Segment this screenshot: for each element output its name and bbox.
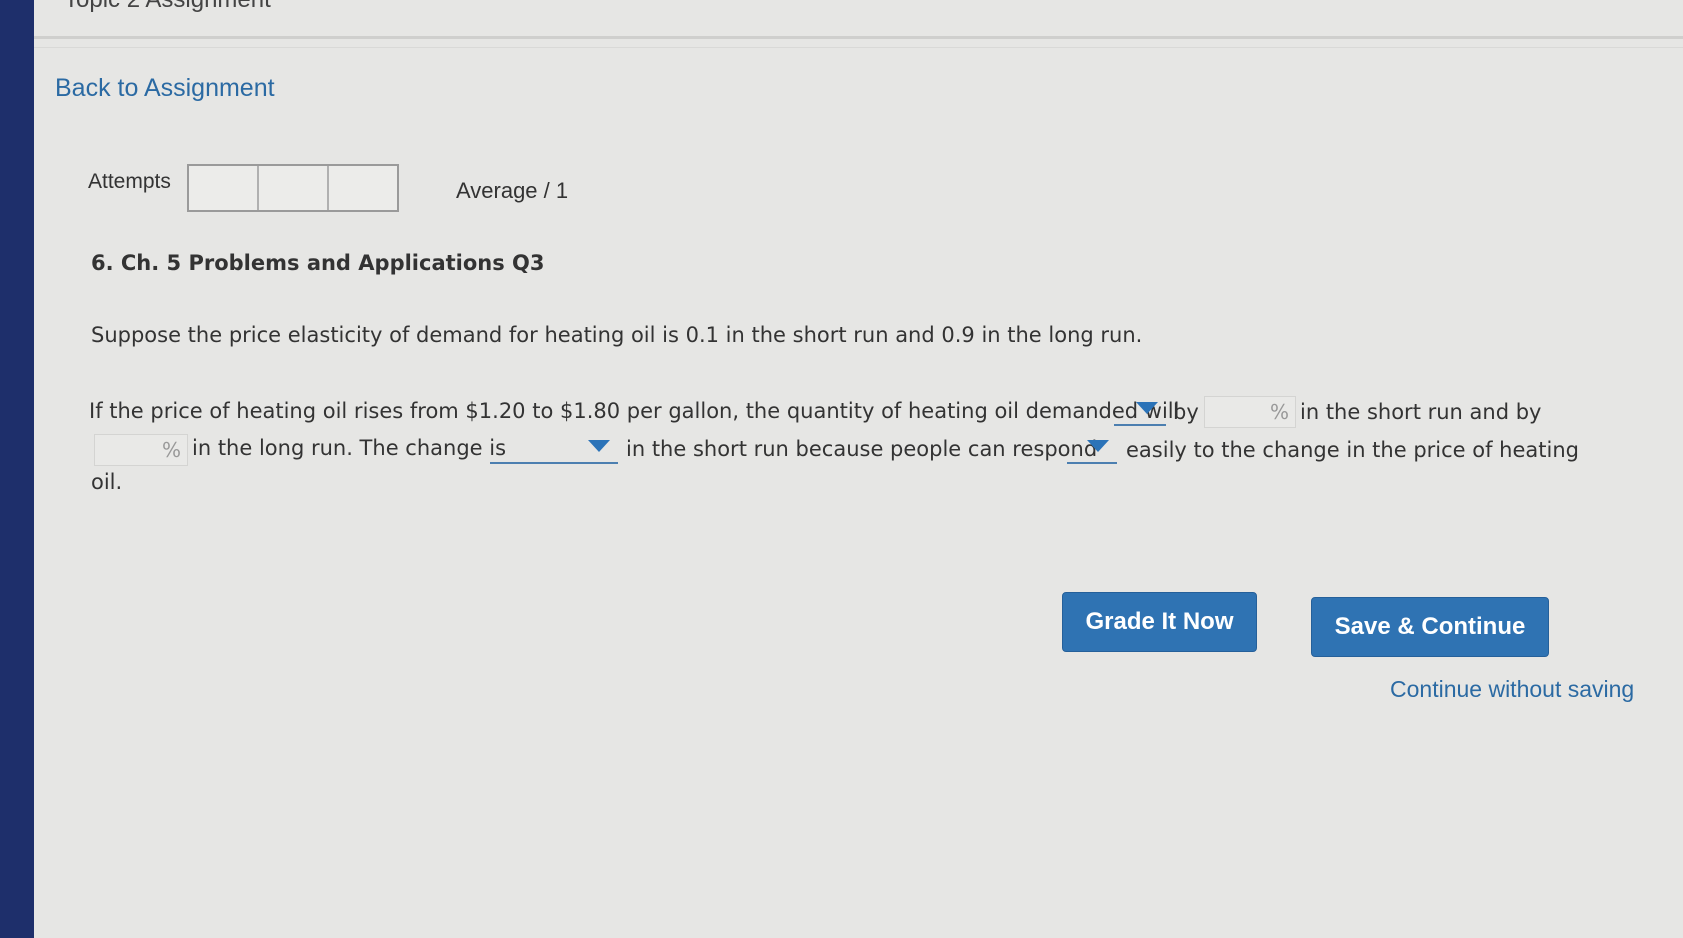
question-line1-tail: in the short run and by	[1300, 400, 1542, 424]
question-line2-tail: easily to the change in the price of hea…	[1126, 438, 1579, 462]
grade-it-now-button[interactable]: Grade It Now	[1062, 592, 1257, 652]
header-divider	[34, 36, 1683, 39]
assignment-title: Topic 2 Assignment	[64, 0, 271, 14]
attempt-box	[189, 166, 259, 210]
question-line1-text: If the price of heating oil rises from $…	[89, 399, 1180, 423]
percent-sign: %	[161, 438, 181, 462]
response-ease-dropdown[interactable]	[1067, 434, 1117, 464]
percent-sign: %	[1269, 400, 1289, 424]
long-run-percent-input[interactable]: %	[94, 434, 188, 466]
short-run-percent-input[interactable]: %	[1204, 396, 1296, 428]
attempts-label: Attempts	[88, 170, 171, 193]
change-direction-dropdown[interactable]	[1114, 396, 1166, 426]
continue-without-saving-link[interactable]: Continue without saving	[1390, 676, 1634, 703]
average-score: Average / 1	[456, 178, 569, 203]
question-intro: Suppose the price elasticity of demand f…	[91, 323, 1143, 347]
question-line2-text: in the long run. The change is	[192, 436, 507, 460]
back-to-assignment-link[interactable]: Back to Assignment	[55, 74, 275, 103]
attempt-box	[329, 166, 397, 210]
attempt-box	[259, 166, 329, 210]
question-title: 6. Ch. 5 Problems and Applications Q3	[91, 251, 545, 275]
chevron-down-icon	[588, 440, 610, 452]
assignment-screen: Topic 2 Assignment Back to Assignment At…	[34, 0, 1683, 938]
question-line2-middle: in the short run because people can resp…	[626, 437, 1098, 461]
chevron-down-icon	[1136, 402, 1158, 414]
question-line1-by: by	[1173, 400, 1199, 424]
chevron-down-icon	[1087, 440, 1109, 452]
question-line3-text: oil.	[91, 470, 123, 494]
attempts-boxes	[187, 164, 399, 212]
save-and-continue-button[interactable]: Save & Continue	[1311, 597, 1549, 657]
change-size-dropdown[interactable]	[490, 434, 618, 464]
header-divider-secondary	[34, 47, 1683, 48]
